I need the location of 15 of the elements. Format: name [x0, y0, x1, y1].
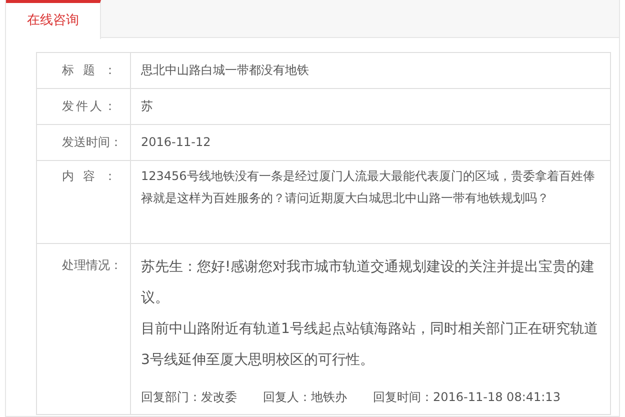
- reply-paragraph: 目前中山路附近有轨道1号线起点站镇海路站，同时相关部门正在研究轨道3号线延伸至厦大思明校区的可行性。: [141, 320, 599, 370]
- field-label: 内容：: [62, 168, 116, 185]
- tab[interactable]: 在线咨询: [6, 0, 101, 39]
- reply-meta: 回复部门：发改委: [141, 389, 237, 406]
- field-value: 123456号线地铁没有一条是经过厦门人流最大最能代表厦门的区域，贵委拿着百姓俸禄就是这样为百姓服务的？请问近期厦大白城思北中山路一带有地铁规划吗？: [140, 168, 596, 207]
- field-label: 发件人：: [62, 98, 116, 115]
- field-value: 2016-11-12: [140, 134, 212, 151]
- field-label: 处理情况：: [62, 257, 122, 274]
- reply-paragraph: 苏先生：您好!感谢您对我市城市轨道交通规划建设的关注并提出宝贵的建议。: [141, 258, 596, 308]
- field-value: 苏: [140, 98, 154, 115]
- field-label: 标题：: [62, 62, 116, 79]
- field-label: 发送时间：: [62, 134, 116, 151]
- field-value: 思北中山路白城一带都没有地铁: [140, 62, 310, 79]
- reply-meta: 回复人：地铁办: [263, 389, 347, 406]
- reply-meta: 回复时间：2016-11-18 08:41:13: [373, 389, 560, 406]
